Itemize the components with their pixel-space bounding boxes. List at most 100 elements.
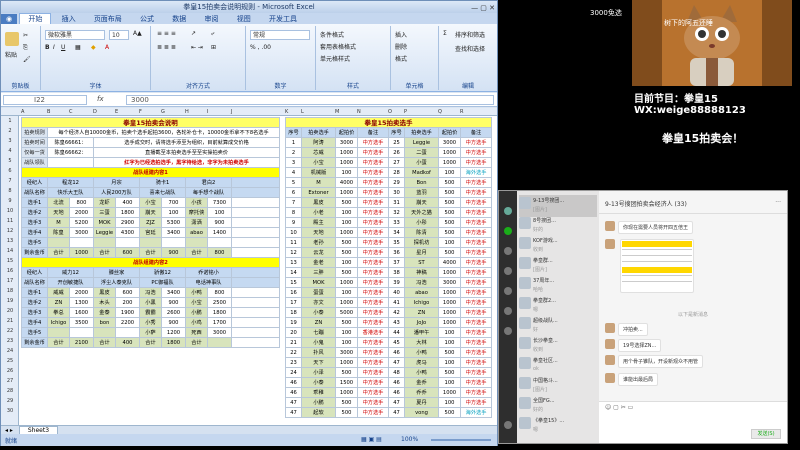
chat-list-item[interactable]: 中国格斗... [图片] <box>519 375 597 397</box>
table-cell[interactable]: ZJZ <box>139 217 162 228</box>
table-cell[interactable]: 小宝 <box>185 297 208 308</box>
table-cell[interactable]: 龙虾 <box>93 197 116 208</box>
row-number[interactable]: 6 <box>1 166 19 176</box>
table-cell[interactable]: 乔乔 <box>404 387 439 398</box>
table-cell[interactable]: MOK <box>301 277 336 288</box>
table-cell[interactable]: ST <box>404 257 439 268</box>
table-cell[interactable]: 5200 <box>69 217 94 228</box>
table-cell[interactable] <box>93 327 116 338</box>
team-name[interactable]: 快乐大王队 <box>47 187 94 198</box>
table-cell[interactable]: 24 <box>285 367 302 378</box>
table-cell[interactable]: 500 <box>335 197 358 208</box>
currency-icon[interactable]: % , .00 <box>250 44 271 51</box>
table-cell[interactable]: 100 <box>335 217 358 228</box>
table-cell[interactable]: 中方选手 <box>357 237 389 248</box>
table-cell[interactable] <box>69 237 94 248</box>
table-cell[interactable]: 小鹏 <box>301 397 336 408</box>
table-cell[interactable] <box>230 187 281 198</box>
table-cell[interactable]: 中方选手 <box>357 307 389 318</box>
table-cell[interactable]: 100 <box>438 167 461 178</box>
table-cell[interactable]: 22 <box>285 347 302 358</box>
table-cell[interactable]: 合计 <box>93 337 116 348</box>
table-cell[interactable]: 选手5 <box>21 327 48 338</box>
cut-icon[interactable]: ✂ <box>23 32 28 39</box>
table-cell[interactable]: 中方选手 <box>459 267 493 278</box>
table-cell[interactable]: 中方选手 <box>459 357 493 368</box>
table-cell[interactable]: 100 <box>438 237 461 248</box>
column-header[interactable]: H <box>185 109 189 115</box>
table-cell[interactable]: 100 <box>438 397 461 408</box>
table-cell[interactable]: 黑皮 <box>301 197 336 208</box>
team-title[interactable]: 战队组建内容1 <box>20 167 281 178</box>
table-cell[interactable]: 中方选手 <box>357 277 389 288</box>
table-cell[interactable]: 选手1 <box>21 197 48 208</box>
table-cell[interactable]: 小鹏 <box>185 307 208 318</box>
chat-icon[interactable] <box>504 227 512 235</box>
table-cell[interactable]: 34 <box>388 227 405 238</box>
avatar[interactable] <box>605 373 615 383</box>
table-cell[interactable]: 老孙 <box>301 237 336 248</box>
table-cell[interactable]: 32 <box>388 207 405 218</box>
chat-list-item[interactable]: 《拳皇15》... 嗯 <box>519 415 597 437</box>
table-cell[interactable]: 600 <box>115 247 140 258</box>
table-cell[interactable]: 100 <box>438 327 461 338</box>
font-color-icon[interactable]: A <box>105 44 109 51</box>
table-cell[interactable]: 1400 <box>207 227 232 238</box>
table-cell[interactable]: 中方选手 <box>459 197 493 208</box>
table-cell[interactable]: 1600 <box>69 307 94 318</box>
table-cell[interactable]: 小孩 <box>185 197 208 208</box>
table-cell[interactable]: 二蛋 <box>404 147 439 158</box>
team-header[interactable]: 骑卡1 <box>139 177 186 188</box>
table-cell[interactable]: 4300 <box>115 227 140 238</box>
table-cell[interactable]: 5 <box>285 177 302 188</box>
table-cell[interactable]: 选手5 <box>21 237 48 248</box>
team-name[interactable]: 每手想个战队 <box>185 187 232 198</box>
row-number[interactable]: 2 <box>1 126 19 136</box>
table-cell[interactable]: 26 <box>388 147 405 158</box>
table-cell[interactable]: 1000 <box>335 277 358 288</box>
team-name[interactable]: 战队名称 <box>21 277 48 288</box>
table-cell[interactable]: 中方选手 <box>357 227 389 238</box>
table-cell[interactable] <box>115 237 140 248</box>
table-cell[interactable] <box>47 327 70 338</box>
paste-button[interactable]: 粘贴 <box>5 50 17 59</box>
table-cell[interactable]: 中方选手 <box>357 397 389 408</box>
table-cell[interactable]: 陈皇 <box>47 227 70 238</box>
italic-icon[interactable]: I <box>53 44 55 51</box>
table-cell[interactable]: 1000 <box>69 247 94 258</box>
table-cell[interactable]: 100 <box>207 207 232 218</box>
avatar[interactable] <box>605 323 615 333</box>
more-icon[interactable]: ··· <box>775 199 781 206</box>
table-cell[interactable]: 中方选手 <box>357 257 389 268</box>
row-number[interactable]: 14 <box>1 246 19 256</box>
table-cell[interactable] <box>230 227 281 238</box>
table-cell[interactable]: 天外之猫 <box>404 207 439 218</box>
table-cell[interactable]: 选手1 <box>21 287 48 298</box>
table-cell[interactable]: 1000 <box>335 297 358 308</box>
table-cell[interactable]: 28 <box>388 167 405 178</box>
table-cell[interactable]: 3 <box>285 157 302 168</box>
column-label[interactable]: 拍卖选手 <box>301 127 336 138</box>
autosum-icon[interactable]: Σ <box>443 30 447 37</box>
table-cell[interactable]: 100 <box>438 377 461 388</box>
table-cell[interactable]: abao <box>404 287 439 298</box>
table-cell[interactable]: 1000 <box>335 357 358 368</box>
table-cell[interactable]: 100 <box>335 167 358 178</box>
table-cell[interactable]: 500 <box>438 227 461 238</box>
table-cell[interactable]: 选手4 <box>21 227 48 238</box>
row-number[interactable]: 10 <box>1 206 19 216</box>
bold-icon[interactable]: B <box>45 44 50 51</box>
number-format-select[interactable]: 常规 <box>250 30 310 40</box>
team-name[interactable]: 人民200万队 <box>93 187 140 198</box>
row-number[interactable]: 25 <box>1 356 19 366</box>
table-cell[interactable]: Ichigo <box>47 317 70 328</box>
table-cell[interactable]: 35 <box>388 237 405 248</box>
row-number[interactable]: 26 <box>1 366 19 376</box>
table-cell[interactable]: 800 <box>207 247 232 258</box>
team-header[interactable]: 骄傲12 <box>139 267 186 278</box>
rule-code[interactable] <box>47 157 94 168</box>
table-cell[interactable]: 中方选手 <box>459 177 493 188</box>
rule-label[interactable]: 拍卖规则 <box>21 127 48 138</box>
table-cell[interactable]: 9 <box>285 217 302 228</box>
column-header[interactable]: P <box>404 109 407 115</box>
